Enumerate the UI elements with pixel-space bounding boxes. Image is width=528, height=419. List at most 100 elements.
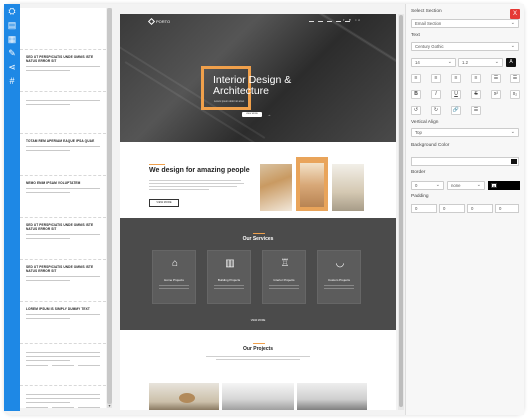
logo-mark-icon — [147, 17, 156, 26]
service-name: Custom Projects — [327, 278, 350, 282]
bold-button[interactable]: B — [411, 90, 421, 99]
layout-icon[interactable]: ⛭ — [4, 4, 20, 18]
page-preview[interactable]: PORTO f ♥ in Interior Design & Architect… — [120, 14, 396, 410]
thumbnail-scrollbar[interactable]: ▾ — [107, 8, 112, 408]
section-eyebrow — [253, 343, 265, 344]
scroll-down-arrow-icon[interactable]: ▾ — [107, 403, 112, 408]
project-image-2[interactable] — [222, 383, 294, 410]
align-justify-icon[interactable]: ≡ — [471, 74, 481, 83]
chair-icon: ♖ — [280, 258, 290, 269]
template-thumbnail[interactable] — [20, 344, 106, 386]
redo-icon[interactable]: ↻ — [431, 106, 441, 115]
template-thumbnail[interactable] — [20, 92, 106, 134]
background-color-picker[interactable] — [411, 157, 519, 166]
social-icons[interactable]: f ♥ in — [343, 18, 362, 22]
thumbnail-text-line — [26, 394, 100, 395]
chevron-down-icon: ⌄ — [510, 129, 515, 135]
strikethrough-button[interactable]: S — [471, 90, 481, 99]
bathtub-icon: ◡ — [335, 258, 345, 269]
service-card[interactable]: ⌂ Home Projects — [152, 250, 196, 304]
section-select[interactable]: Email Section ⌄ — [411, 19, 519, 28]
thumbnail-title: NEMO ENIM IPSAM VOLUPTATEM — [26, 181, 81, 185]
text-label: Text — [411, 33, 420, 38]
padding-top-input[interactable]: 0 — [411, 204, 437, 213]
section-eyebrow — [253, 233, 265, 234]
padding-left-input[interactable]: 0 — [495, 204, 519, 213]
site-logo[interactable]: PORTO — [147, 17, 170, 26]
border-width-select[interactable]: 0 ⌄ — [411, 181, 444, 190]
template-thumbnail[interactable]: NEMO ENIM IPSAM VOLUPTATEM — [20, 176, 106, 218]
hero-title: Interior Design & Architecture — [213, 74, 292, 97]
service-card[interactable]: ◡ Custom Projects — [317, 250, 361, 304]
chevron-down-icon: ⌄ — [476, 182, 481, 188]
link-icon[interactable]: 🔗 — [451, 106, 461, 115]
services-section[interactable]: Our Services ⌂ Home Projects ▥ Building … — [120, 218, 396, 330]
thumbnail-text-line — [26, 188, 100, 189]
superscript-button[interactable]: x² — [491, 90, 501, 99]
scrollbar-thumb[interactable] — [399, 15, 403, 407]
numbered-list-icon[interactable]: ☰ — [510, 74, 520, 83]
service-name: Building Projects — [217, 278, 241, 282]
text-icon[interactable]: ▦ — [4, 32, 20, 46]
about-view-more-button[interactable]: VIEW MORE — [149, 199, 179, 207]
text-color-button[interactable]: A — [506, 58, 516, 67]
template-thumbnail[interactable]: SED UT PERSPICIATIS UNDE OMNIS ISTE NATU… — [20, 260, 106, 302]
font-family-select[interactable]: Century Gothic ⌄ — [411, 42, 519, 51]
projects-title: Our Projects — [242, 346, 273, 352]
align-right-icon[interactable]: ≡ — [451, 74, 461, 83]
grid-icon[interactable]: ▤ — [4, 18, 20, 32]
thumbnail-title: SED UT PERSPICIATIS UNDE OMNIS ISTE NATU… — [26, 265, 94, 273]
italic-button[interactable]: I — [431, 90, 441, 99]
template-thumbnail[interactable] — [20, 386, 106, 408]
preview-scrollbar[interactable] — [398, 14, 404, 410]
padding-label: Padding — [411, 194, 429, 199]
thumbnail-text-line — [26, 276, 100, 277]
building-icon: ▥ — [225, 258, 235, 269]
thumbnail-text-line — [26, 100, 100, 101]
scrollbar-thumb[interactable] — [107, 8, 112, 404]
subscript-button[interactable]: x₂ — [510, 90, 520, 99]
border-style-select[interactable]: none ⌄ — [447, 181, 485, 190]
bullet-list-icon[interactable]: ☰ — [491, 74, 501, 83]
vertical-align-select[interactable]: Top ⌄ — [411, 128, 519, 137]
hero-section[interactable]: PORTO f ♥ in Interior Design & Architect… — [120, 14, 396, 142]
services-view-more-link[interactable]: VIEW MORE — [248, 319, 268, 322]
thumbnail-text-line — [26, 70, 71, 71]
chevron-down-icon: ⌄ — [510, 43, 515, 49]
close-icon[interactable]: X — [510, 9, 520, 19]
template-thumbnail[interactable] — [20, 8, 106, 50]
about-title: We design for amazing people — [149, 167, 250, 174]
thumbnail-text-line — [26, 398, 100, 399]
thumbnail-text-line — [26, 150, 71, 151]
about-photo-1 — [260, 164, 292, 211]
project-image-1[interactable] — [149, 383, 219, 410]
border-color-picker[interactable]: A — [488, 181, 520, 190]
line-height-select[interactable]: 1.2 ⌄ — [458, 58, 503, 67]
service-name: Home Projects — [164, 278, 184, 282]
clear-format-icon[interactable]: ☰ — [471, 106, 481, 115]
padding-right-input[interactable]: 0 — [439, 204, 465, 213]
align-center-icon[interactable]: ≡ — [431, 74, 441, 83]
template-thumbnail[interactable]: SED UT PERSPICIATIS UNDE OMNIS ISTE NATU… — [20, 218, 106, 260]
thumbnail-text-line — [26, 104, 71, 105]
thumbnail-title: TOTAM REM APERIAM EAQUE IPSA QUAE — [26, 139, 95, 143]
align-left-icon[interactable]: ≡ — [411, 74, 421, 83]
template-thumbnail[interactable]: TOTAM REM APERIAM EAQUE IPSA QUAE — [20, 134, 106, 176]
undo-icon[interactable]: ↺ — [411, 106, 421, 115]
template-thumbnail[interactable]: LOREM IPSUM IS SIMPLY DUMMY TEXT — [20, 302, 106, 344]
template-thumbnail[interactable]: SED UT PERSPICIATIS UNDE OMNIS ISTE NATU… — [20, 50, 106, 92]
about-photo-3 — [332, 164, 364, 211]
hero-button[interactable]: VIEW MORE → — [242, 112, 271, 117]
projects-section[interactable]: Our Projects — [120, 330, 396, 410]
project-image-3[interactable] — [297, 383, 367, 410]
color-swatch — [511, 159, 517, 164]
share-icon[interactable]: ⋖ — [4, 60, 20, 74]
chevron-down-icon: ⌄ — [435, 182, 440, 188]
service-card[interactable]: ♖ Interior Projects — [262, 250, 306, 304]
underline-button[interactable]: U — [451, 90, 461, 99]
padding-bottom-input[interactable]: 0 — [467, 204, 493, 213]
style-icon[interactable]: ✎ — [4, 46, 20, 60]
font-size-select[interactable]: 14 ⌄ — [411, 58, 456, 67]
code-icon[interactable]: # — [4, 74, 20, 88]
service-card[interactable]: ▥ Building Projects — [207, 250, 251, 304]
